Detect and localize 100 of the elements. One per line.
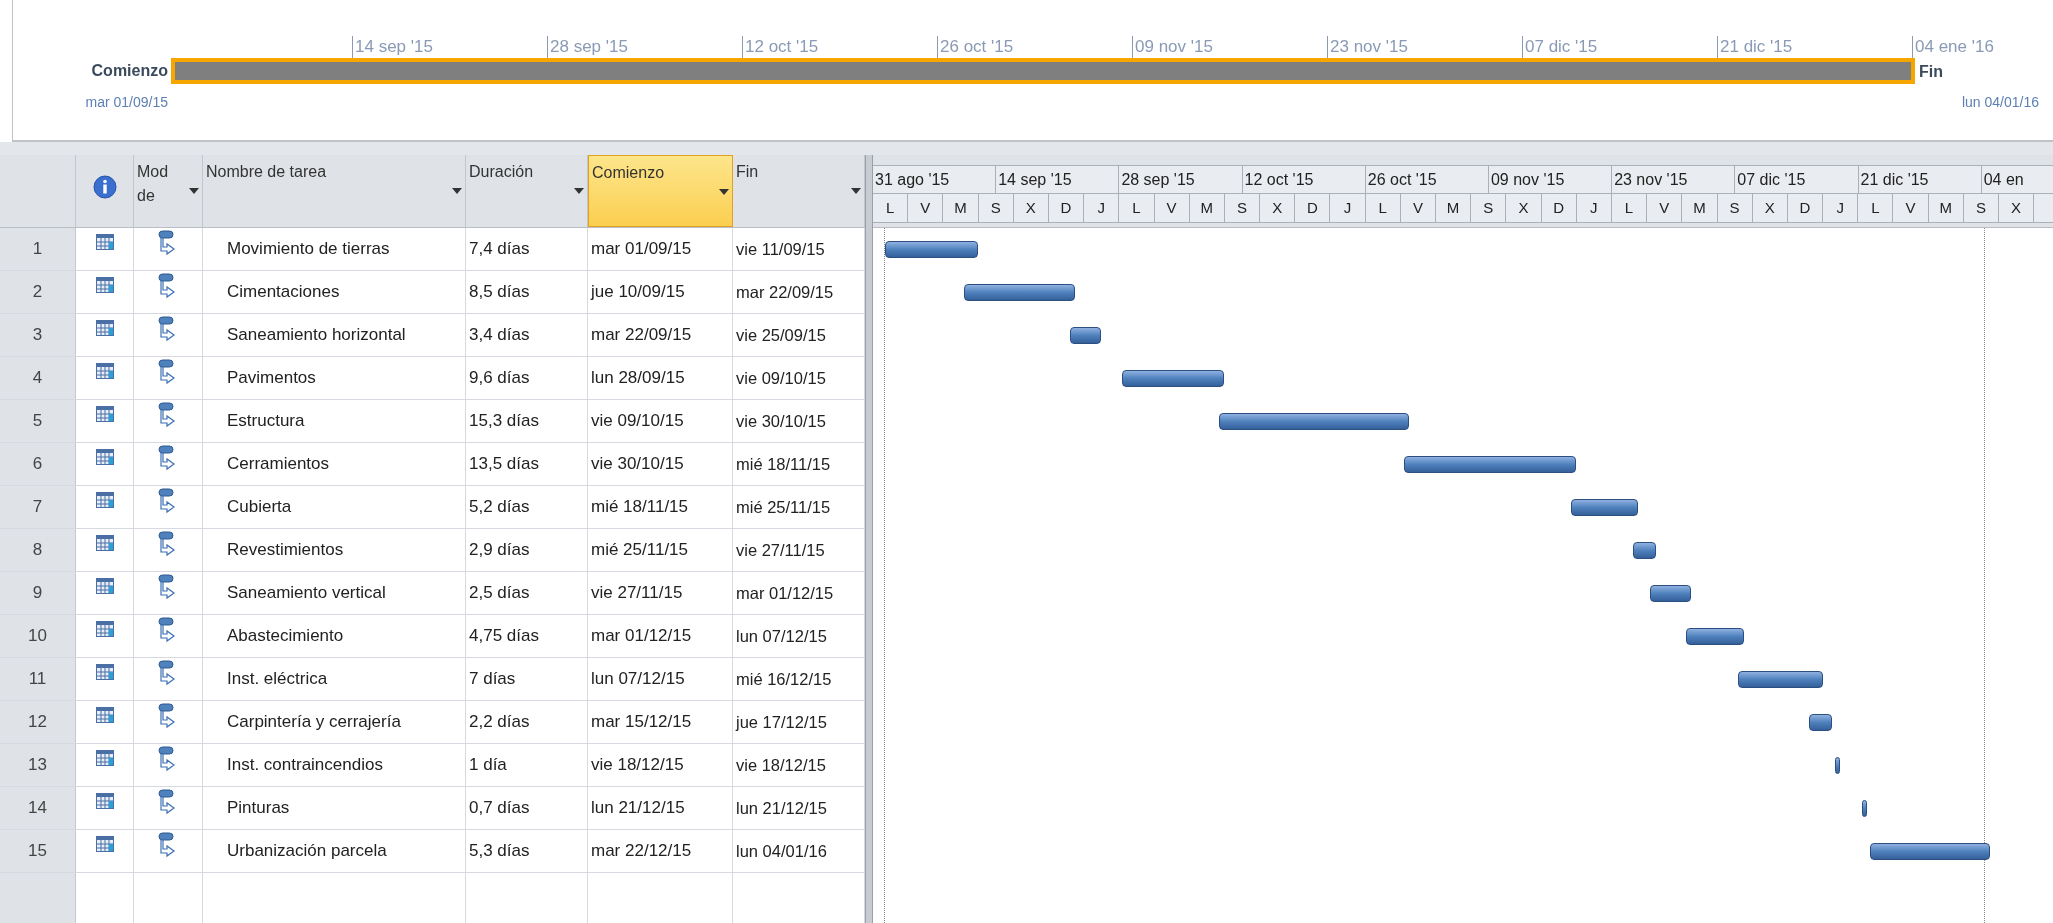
timescale-label: 26 oct '15: [1367, 169, 1437, 190]
start-date-cell-text: mar 01/12/15: [591, 625, 692, 648]
timeline-end-label: Fin: [1918, 62, 1943, 82]
finish-date-cell-text: vie 09/10/15: [736, 367, 826, 389]
timeline-start-date: mar 01/09/15: [85, 93, 168, 112]
finish-date-cell-text: mar 22/09/15: [736, 281, 834, 303]
start-date-cell-text: vie 30/10/15: [591, 453, 684, 476]
finish-date-cell-text: mar 01/12/15: [736, 582, 834, 604]
task-name-cell-text: Cerramientos: [227, 453, 330, 476]
task-table-icon: [95, 535, 114, 551]
task-bar[interactable]: [964, 284, 1075, 301]
task-table-icon: [95, 492, 114, 508]
duration-cell-text: 2,5 días: [469, 582, 530, 605]
row-number[interactable]: 12: [0, 701, 76, 743]
row-number[interactable]: 8: [0, 529, 76, 571]
task-name-cell-text: Cimentaciones: [227, 281, 340, 304]
task-bar[interactable]: [1738, 671, 1823, 688]
timescale-label: 04 en: [1983, 169, 2024, 190]
timescale-day-label: J: [1590, 197, 1598, 218]
duration-cell-text: 5,2 días: [469, 496, 530, 519]
row-number[interactable]: 7: [0, 486, 76, 528]
task-table-icon: [95, 320, 114, 336]
timescale-label: 09 nov '15: [1490, 169, 1565, 190]
duration-cell-text: 7,4 días: [469, 238, 530, 261]
row-number[interactable]: 11: [0, 658, 76, 700]
timescale-day-label: J: [1097, 197, 1105, 218]
column-header[interactable]: Mod de: [134, 155, 203, 227]
finish-date-cell-text: lun 21/12/15: [736, 797, 827, 819]
task-bar[interactable]: [1632, 542, 1656, 559]
start-date-cell-text: mar 22/09/15: [591, 324, 692, 347]
timescale-day-label: X: [1272, 197, 1283, 218]
task-table-icon: [95, 836, 114, 852]
task-bar[interactable]: [1122, 370, 1225, 387]
row-number[interactable]: 10: [0, 615, 76, 657]
task-name-cell-text: Estructura: [227, 410, 305, 433]
start-date-cell-text: vie 27/11/15: [591, 582, 683, 605]
timeline-end-date: lun 04/01/16: [1961, 93, 2039, 112]
timescale-label: 23 nov '15: [1614, 169, 1688, 190]
timescale-day-label: L: [1132, 197, 1141, 218]
timescale-day-label: L: [1871, 197, 1880, 218]
task-name-cell-text: Pavimentos: [227, 367, 316, 390]
row-number[interactable]: 4: [0, 357, 76, 399]
task-table-icon: [95, 578, 114, 594]
timescale-day-label: J: [1343, 197, 1352, 218]
task-name-cell-text: Carpintería y cerrajería: [227, 711, 401, 734]
timescale-day-label: S: [1483, 197, 1494, 218]
task-bar[interactable]: [884, 241, 979, 258]
task-bar[interactable]: [1219, 413, 1410, 430]
row-number[interactable]: 14: [0, 787, 76, 829]
task-bar[interactable]: [1404, 456, 1577, 473]
task-bar[interactable]: [1808, 714, 1832, 731]
timescale-day-label: D: [1799, 197, 1811, 218]
task-table-icon: [95, 449, 114, 465]
duration-cell-text: 7 días: [469, 668, 516, 691]
timescale-day-label: M: [1693, 197, 1706, 218]
finish-date-cell-text: vie 18/12/15: [736, 754, 826, 776]
dropdown-caret-icon: [851, 188, 861, 194]
row-number[interactable]: 1: [0, 228, 76, 270]
timescale-day-label: J: [1836, 197, 1844, 218]
timescale-day-label: V: [1166, 197, 1177, 218]
finish-date-cell-text: vie 11/09/15: [736, 238, 825, 260]
row-number[interactable]: 13: [0, 744, 76, 786]
task-name-cell-text: Saneamiento horizontal: [227, 324, 406, 347]
task-bar[interactable]: [1870, 843, 1991, 860]
task-table-icon: [95, 707, 114, 723]
timescale-label: 28 sep '15: [1121, 169, 1195, 190]
task-bar[interactable]: [1650, 585, 1691, 602]
task-bar[interactable]: [1069, 327, 1102, 344]
task-bar[interactable]: [1571, 499, 1639, 516]
finish-date-cell-text: mié 16/12/15: [736, 668, 832, 690]
row-number[interactable]: 2: [0, 271, 76, 313]
dropdown-caret-icon: [189, 188, 199, 194]
timescale-day-label: S: [1729, 197, 1740, 218]
task-table-icon: [95, 363, 114, 379]
timescale-day-label: X: [2011, 197, 2022, 218]
timescale-day-label: M: [1200, 197, 1214, 218]
row-number[interactable]: 15: [0, 830, 76, 872]
task-bar[interactable]: [1861, 800, 1867, 817]
start-date-cell-text: mar 01/09/15: [591, 238, 692, 261]
column-header[interactable]: Comienzo: [588, 155, 733, 227]
duration-cell-text: 9,6 días: [469, 367, 530, 390]
duration-cell-text: 15,3 días: [469, 410, 539, 433]
timescale-label: 12 oct '15: [1244, 169, 1314, 190]
row-number[interactable]: 9: [0, 572, 76, 614]
finish-date-cell-text: vie 25/09/15: [736, 324, 826, 346]
column-header[interactable]: Nombre de tarea: [203, 155, 466, 227]
task-table-icon: [95, 793, 114, 809]
timescale-day-label: D: [1306, 197, 1318, 218]
duration-cell-text: 8,5 días: [469, 281, 530, 304]
task-bar[interactable]: [1835, 757, 1841, 774]
row-number[interactable]: 3: [0, 314, 76, 356]
start-date-cell-text: vie 09/10/15: [591, 410, 684, 433]
timescale-day-label: L: [1378, 197, 1387, 218]
row-number[interactable]: 6: [0, 443, 76, 485]
finish-date-cell-text: lun 04/01/16: [736, 840, 827, 862]
info-icon: [92, 175, 117, 199]
timescale-label: 07 dic '15: [1737, 169, 1806, 190]
task-bar[interactable]: [1685, 628, 1744, 645]
row-number[interactable]: 5: [0, 400, 76, 442]
duration-cell-text: 13,5 días: [469, 453, 539, 476]
